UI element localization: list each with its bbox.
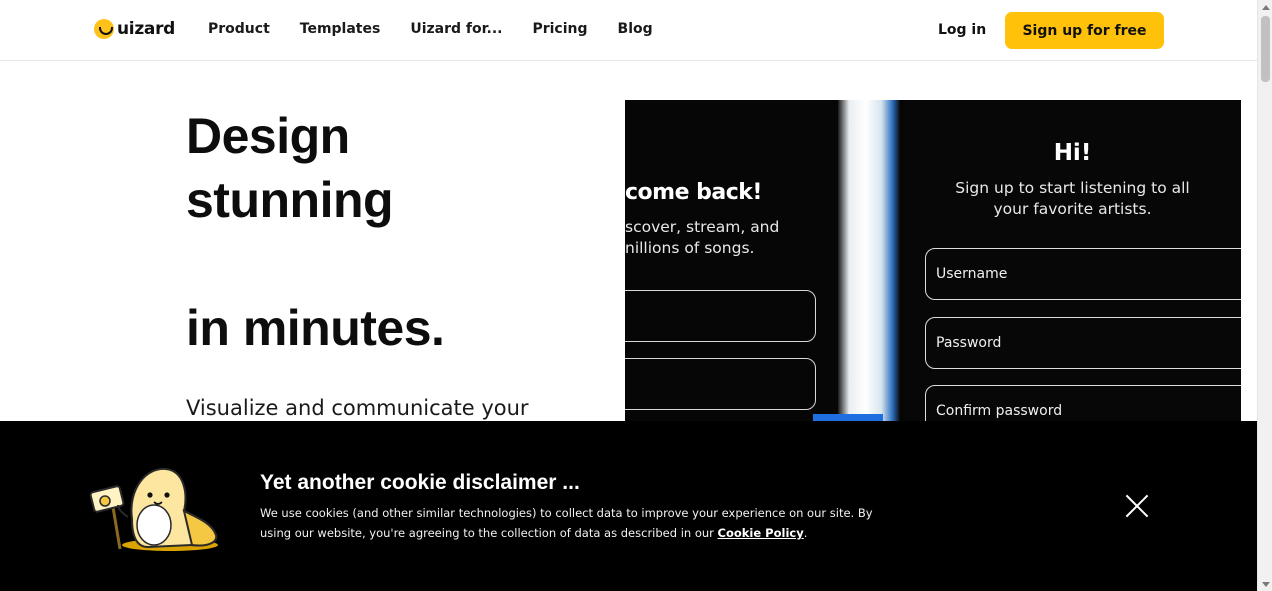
close-icon[interactable]: [1125, 494, 1149, 518]
hero-title-line: [186, 232, 444, 296]
logo-text: uizard: [117, 19, 176, 39]
cookie-text: We use cookies (and other similar techno…: [260, 503, 900, 543]
welcome-back-field: [625, 358, 816, 410]
nav-templates[interactable]: Templates: [300, 21, 381, 37]
nav-product[interactable]: Product: [208, 21, 270, 37]
phone-edge-glow-bottom: [813, 414, 883, 421]
hero-title-line: in minutes.: [186, 300, 445, 356]
signup-screen-subtitle-line: your favorite artists.: [993, 200, 1152, 218]
main-nav: Product Templates Uizard for... Pricing …: [208, 21, 653, 37]
hero-subtitle: Visualize and communicate your: [186, 396, 529, 420]
page-scrollbar[interactable]: [1257, 0, 1272, 591]
hero-title-line: stunning: [186, 172, 394, 228]
welcome-back-subtitle-line: nillions of songs.: [625, 239, 755, 257]
nav-blog[interactable]: Blog: [618, 21, 653, 37]
signup-screen-title: Hi!: [1053, 140, 1092, 166]
phone-edge-glow: [838, 100, 900, 421]
welcome-back-subtitle: scover, stream, and nillions of songs.: [625, 217, 779, 259]
cookie-banner: Yet another cookie disclaimer ... We use…: [0, 421, 1257, 591]
username-field: Username: [925, 248, 1241, 300]
welcome-back-screen: come back! scover, stream, and nillions …: [625, 100, 838, 421]
welcome-back-subtitle-line: scover, stream, and: [625, 218, 780, 236]
cookie-title: Yet another cookie disclaimer ...: [260, 471, 580, 494]
scroll-down-icon[interactable]: [1258, 577, 1272, 591]
scroll-up-icon[interactable]: [1258, 0, 1272, 14]
site-header: uizard Product Templates Uizard for... P…: [0, 0, 1257, 61]
signup-screen: Hi! Sign up to start listening to all yo…: [904, 100, 1241, 421]
uizard-logo[interactable]: uizard: [94, 19, 175, 39]
confirm-password-field: Confirm password: [925, 385, 1241, 421]
signup-button[interactable]: Sign up for free: [1005, 12, 1164, 49]
hero-title: Design stunning in minutes.: [186, 104, 445, 360]
nav-pricing[interactable]: Pricing: [532, 21, 587, 37]
uizard-logo-icon: [94, 19, 114, 39]
nav-uizard-for[interactable]: Uizard for...: [410, 21, 502, 37]
cookie-text-end: .: [803, 526, 808, 540]
welcome-back-title: come back!: [625, 180, 762, 205]
seal-mascot-icon: [89, 467, 218, 551]
hero-title-line: Design: [186, 108, 350, 164]
signup-screen-subtitle: Sign up to start listening to all your f…: [904, 178, 1241, 220]
password-field: Password: [925, 317, 1241, 369]
welcome-back-field: [625, 290, 816, 342]
signup-screen-subtitle-line: Sign up to start listening to all: [955, 179, 1190, 197]
app-showcase-image: come back! scover, stream, and nillions …: [625, 100, 1241, 421]
login-link[interactable]: Log in: [938, 22, 986, 38]
scrollbar-thumb[interactable]: [1261, 16, 1270, 82]
cookie-policy-link[interactable]: Cookie Policy: [718, 526, 804, 540]
